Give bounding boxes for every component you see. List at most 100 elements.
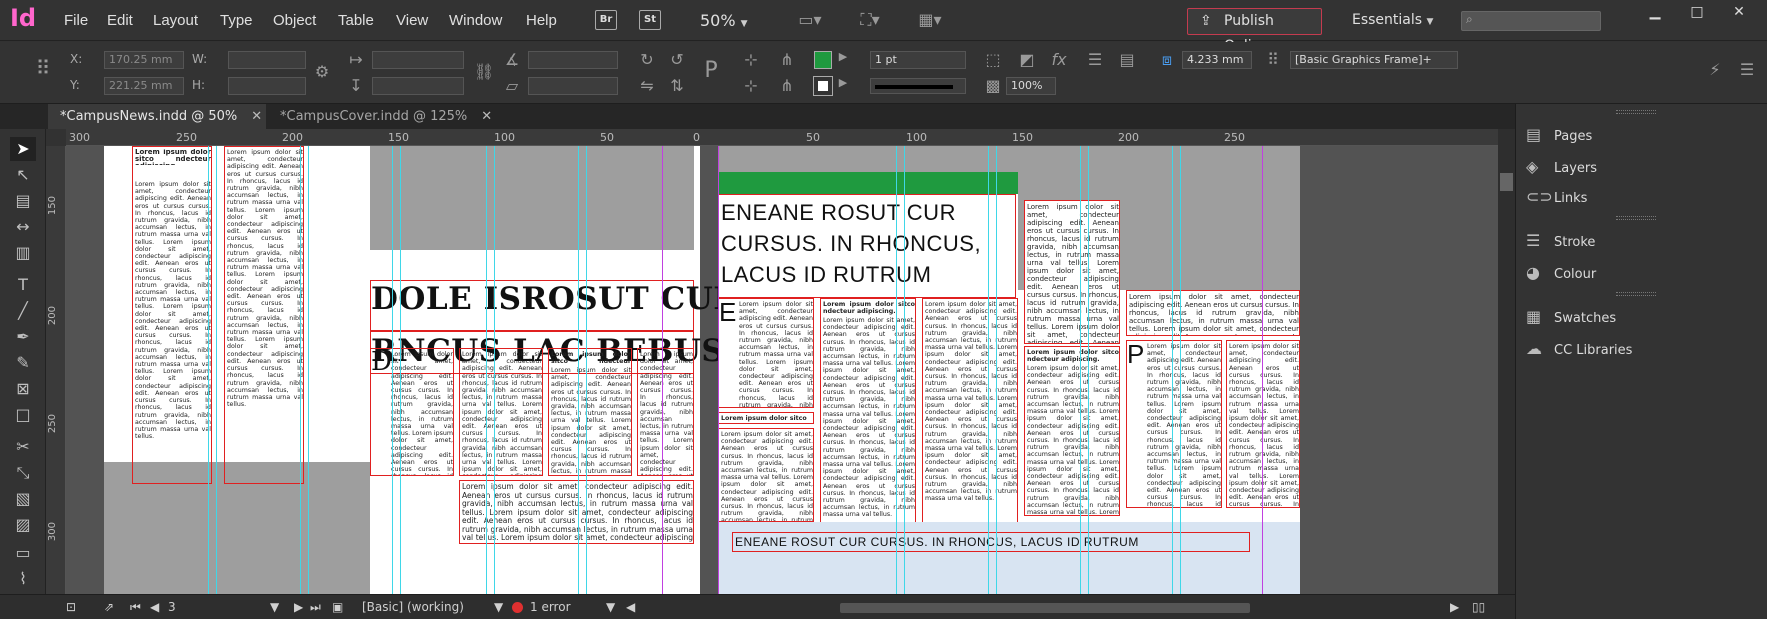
text-frame[interactable]: P Lorem ipsum dolor sit amet, condecteur… [1126,339,1222,508]
text-frame[interactable]: Lorem ipsum dolor sit amet, condecteur a… [1024,200,1120,344]
vertical-scrollbar[interactable] [1498,129,1515,594]
flip-h-icon[interactable]: ⇋ [636,76,658,95]
scissors-tool-icon[interactable]: ✂ [10,435,36,459]
panel-item-cc-libraries[interactable]: ☁ CC Libraries [1526,336,1632,362]
text-frame[interactable]: D Lorem ipsum dolor sit amet, condecteur… [370,347,454,476]
eyedropper-tool-icon[interactable]: ⌇ [10,567,36,591]
page-number-field[interactable]: 3 [168,600,176,614]
text-frame[interactable]: E Lorem ipsum dolor sit amet, condecteur… [718,297,814,408]
select-next-icon[interactable]: ⋔ [776,76,798,95]
constrain-proportions-icon[interactable]: ⚙ [312,62,332,81]
error-count[interactable]: 1 error [530,600,571,614]
preflight-profile[interactable]: [Basic] (working) [362,600,464,614]
free-transform-tool-icon[interactable]: ⤡ [10,461,36,485]
y-field[interactable]: 221.25 mm [104,77,184,95]
shadow-icon[interactable]: ◩ [1016,50,1038,69]
text-frame[interactable]: Lorem ipsum dolor sit amet, condecteur a… [922,298,1018,528]
panel-item-colour[interactable]: ◕ Colour [1526,260,1596,286]
panel-item-links[interactable]: ⊂⊃Links [1526,184,1587,210]
stroke-type-select[interactable] [870,78,966,94]
menu-object[interactable]: Object [273,12,316,29]
transform-icon[interactable]: P [700,58,722,83]
gap-tool-icon[interactable]: ↔ [10,215,36,239]
rotate-cw-icon[interactable]: ↻ [636,50,658,69]
auto-fit-icon[interactable]: ⧈ [1156,50,1178,70]
menu-edit[interactable]: Edit [107,12,133,29]
rotation-field[interactable] [528,51,618,69]
panel-grip[interactable] [1616,292,1656,296]
first-page-button[interactable]: ⏮ [130,600,141,615]
panel-menu-icon[interactable]: ☰ [1736,60,1758,79]
gradient-tool-icon[interactable]: ▧ [10,487,36,511]
close-icon[interactable]: ✕ [481,109,492,124]
align-icon[interactable]: ☰ [1084,50,1106,69]
page-tool-icon[interactable]: ▤ [10,189,36,213]
scale-y-field[interactable] [372,77,464,95]
opacity-field[interactable]: 100% [1006,77,1056,95]
bridge-button[interactable]: Br [595,10,617,30]
width-field[interactable] [228,51,306,69]
page-layout-icon[interactable]: ▣ [332,600,343,614]
x-field[interactable]: 170.25 mm [104,51,184,69]
panel-item-layers[interactable]: ◈ Layers [1526,154,1597,180]
text-frame[interactable]: Lorem ipsum dolor sitco ndecteur adipisc… [1024,346,1120,516]
menu-type[interactable]: Type [220,12,253,29]
wrap-icon[interactable]: ⬚ [982,50,1004,69]
stroke-swatch[interactable] [813,76,833,96]
type-tool-icon[interactable]: T [10,273,36,297]
close-window-button[interactable]: ✕ [1718,0,1760,25]
screen-mode-icon[interactable]: ▭▾ [790,10,830,29]
text-frame[interactable]: Lorem ipsum dolor sit amet, condecteur a… [224,146,304,484]
select-content-icon[interactable]: ⊹ [740,76,762,95]
text-frame[interactable]: Lorem ipsum dolor sit amet, condecteur a… [718,428,814,522]
headline-frame[interactable]: ENEANE ROSUT CUR CURSUS. IN RHONCUS, LAC… [718,194,1016,298]
chevron-down-icon[interactable]: ▼ [606,600,615,614]
panel-item-swatches[interactable]: ▦ Swatches [1526,304,1616,330]
select-prev-icon[interactable]: ⋔ [776,50,798,69]
direct-selection-tool-icon[interactable]: ↖ [10,163,36,187]
panel-item-stroke[interactable]: ☰ Stroke [1526,228,1595,254]
frame-grid-icon[interactable]: ⠿ [1262,50,1284,69]
line-tool-icon[interactable]: ╱ [10,299,36,323]
text-frame[interactable]: Lorem ipsum dolor sit amet, condecteur a… [1226,340,1300,508]
prev-page-button[interactable]: ◀ [150,600,159,614]
content-collector-icon[interactable]: ▥ [10,241,36,265]
next-page-button[interactable]: ▶ [294,600,303,614]
menu-help[interactable]: Help [526,12,557,29]
text-frame[interactable]: Lorem ipsum dolor sit amet, condecteur a… [1126,290,1300,336]
panel-grip[interactable] [1616,110,1656,114]
chevron-down-icon[interactable]: ▼ [270,600,279,614]
gap-field[interactable]: 4.233 mm [1182,51,1252,69]
stroke-weight-field[interactable]: 1 pt [870,51,966,69]
rectangle-tool-icon[interactable]: □ [10,403,36,427]
pen-tool-icon[interactable]: ✒ [10,325,36,349]
rectangle-frame-tool-icon[interactable]: ⊠ [10,377,36,401]
object-style-select[interactable]: [Basic Graphics Frame]+ [1290,51,1458,69]
rotate-ccw-icon[interactable]: ↺ [666,50,688,69]
publish-online-button[interactable]: ⇪ Publish Online [1187,8,1322,54]
view-options-icon[interactable]: ⛶▾ [850,10,890,30]
menu-layout[interactable]: Layout [153,12,198,29]
chevron-down-icon[interactable]: ▼ [494,600,503,614]
panel-grip[interactable] [1616,216,1656,220]
workspace-switcher[interactable]: Essentials ▼ [1352,12,1433,28]
text-frame[interactable]: Lorem ipsum dolor sitco ndecteur adipisc… [548,348,632,476]
pencil-tool-icon[interactable]: ✎ [10,351,36,375]
reference-point-icon[interactable]: ⠿ [30,56,56,80]
stroke-menu-arrow-icon[interactable]: ▶ [836,76,850,89]
select-container-icon[interactable]: ⊹ [740,50,762,69]
selection-tool-icon[interactable]: ➤ [10,137,36,161]
link-icon[interactable]: ⛓ [474,62,494,81]
shear-field[interactable] [528,77,618,95]
text-frame[interactable]: Lorem ipsum dolor sit amet, condecteur a… [459,348,543,476]
gradient-feather-tool-icon[interactable]: ▨ [10,513,36,537]
split-view-icon[interactable]: ▯▯ [1472,600,1485,614]
fx-icon[interactable]: fx [1046,50,1072,69]
menu-window[interactable]: Window [449,12,502,29]
tab-campuscover[interactable]: *CampusCover.indd @ 125% ✕ [268,104,498,129]
last-page-button[interactable]: ⏭ [310,600,321,615]
fill-swatch[interactable] [814,51,832,69]
arrange-documents-icon[interactable]: ▦▾ [910,10,950,29]
panel-item-pages[interactable]: ▤ Pages [1526,122,1592,148]
note-tool-icon[interactable]: ▭ [10,541,36,565]
